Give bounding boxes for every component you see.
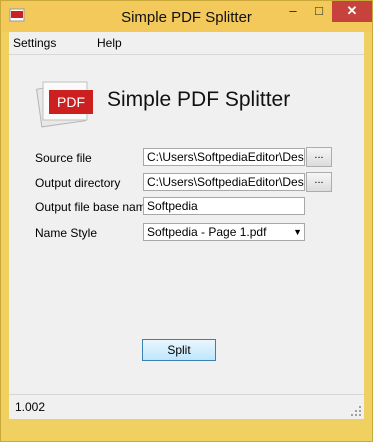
name-style-value: Softpedia - Page 1.pdf [147,225,267,239]
menu-settings[interactable]: Settings [13,36,56,50]
split-button[interactable]: Split [142,339,216,361]
status-bar: 1.002 [9,394,364,419]
maximize-button[interactable]: □ [306,1,332,22]
app-heading: Simple PDF Splitter [107,88,291,111]
base-name-label: Output file base name [35,200,153,214]
app-window: Simple PDF Splitter – □ ✕ Settings Help … [0,0,373,442]
name-style-label: Name Style [35,226,98,240]
base-name-input[interactable]: Softpedia [143,197,305,215]
logo-text: PDF [57,94,85,110]
version-label: 1.002 [15,400,46,414]
pdf-logo-icon: PDF [36,81,93,128]
menu-help[interactable]: Help [97,36,122,50]
menu-bar: Settings Help [9,32,364,55]
close-button[interactable]: ✕ [332,1,372,22]
source-browse-button[interactable]: ... [306,147,332,167]
client-area: Settings Help PDF Simple PDF Splitter So… [9,32,364,419]
source-file-input[interactable]: C:\Users\SoftpediaEditor\Desktop [143,148,305,166]
output-directory-label: Output directory [35,176,121,190]
title-bar[interactable]: Simple PDF Splitter – □ ✕ [1,1,372,32]
output-directory-input[interactable]: C:\Users\SoftpediaEditor\Desktop [143,173,305,191]
minimize-button[interactable]: – [280,1,306,22]
source-file-label: Source file [35,151,92,165]
resize-grip-icon[interactable] [350,405,362,417]
output-browse-button[interactable]: ... [306,172,332,192]
name-style-select[interactable]: Softpedia - Page 1.pdf ▼ [143,223,305,241]
chevron-down-icon: ▼ [293,227,302,237]
